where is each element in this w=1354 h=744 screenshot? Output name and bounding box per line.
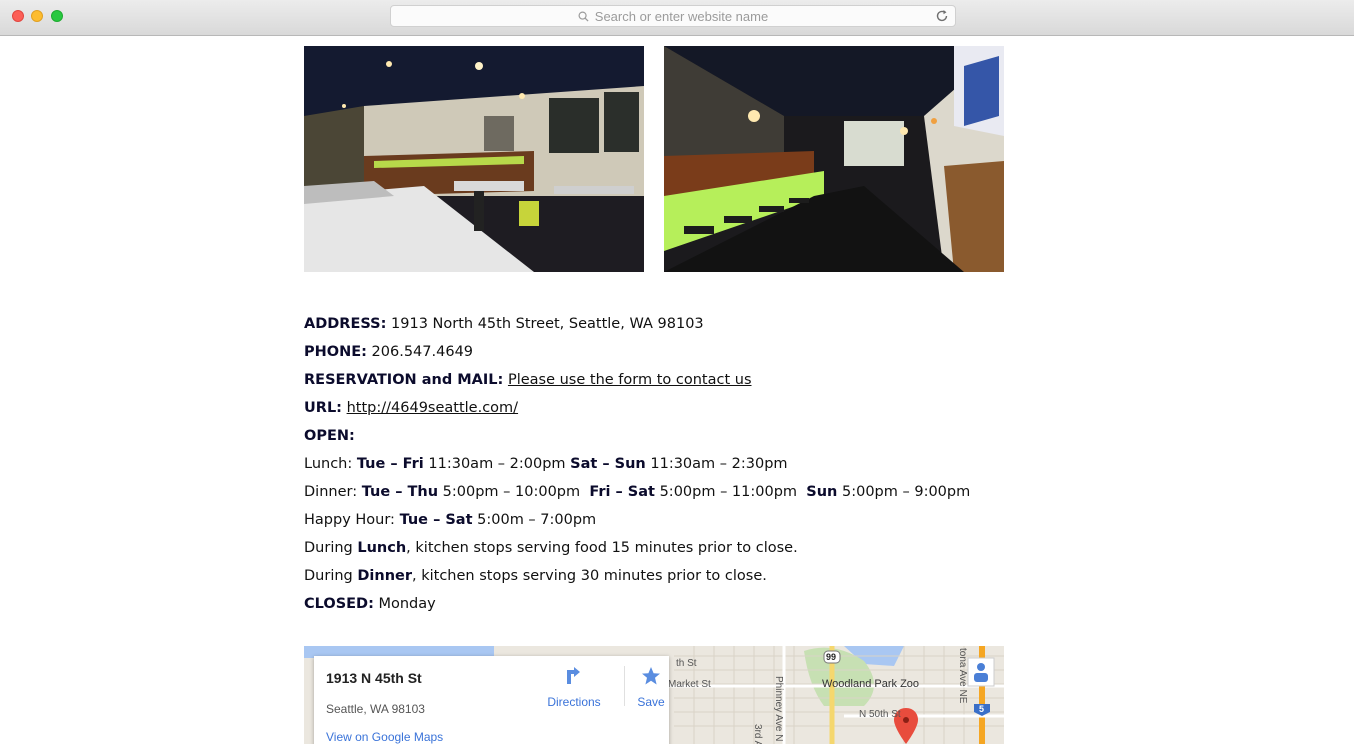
lunch-note-text: , kitchen stops serving food 15 minutes … [406, 540, 798, 556]
street-label-third: 3rd A [752, 724, 763, 744]
lunch-hours-weekend: 11:30am – 2:30pm [650, 456, 788, 472]
map-place-card: 1913 N 45th St Seattle, WA 98103 View on… [314, 656, 669, 744]
google-map-embed[interactable]: th St Market St Phinney Ave N N 50th St … [304, 646, 1004, 744]
address-label: ADDRESS: [304, 316, 387, 332]
happy-hour-times: 5:00m – 7:00pm [477, 512, 597, 528]
dinner-hours-2: 5:00pm – 11:00pm [659, 484, 798, 500]
search-icon [578, 11, 589, 22]
lunch-hours-weekday: 11:30am – 2:00pm [428, 456, 566, 472]
dinner-note-text: , kitchen stops serving 30 minutes prior… [412, 568, 767, 584]
directions-button[interactable]: Directions [539, 666, 609, 709]
view-on-google-maps-link[interactable]: View on Google Maps [326, 730, 443, 744]
lunch-note-prefix: During [304, 540, 353, 556]
closed-line: CLOSED: Monday [304, 592, 1024, 620]
lunch-label: Lunch: [304, 456, 353, 472]
reservation-line: RESERVATION and MAIL: Please use the for… [304, 368, 1024, 396]
phone-line: PHONE: 206.547.4649 [304, 340, 1024, 368]
dinner-hours-3: 5:00pm – 9:00pm [841, 484, 971, 500]
restaurant-photo-dining [304, 46, 644, 272]
lunch-hours: Lunch: Tue – Fri 11:30am – 2:00pm Sat – … [304, 452, 1024, 480]
dinner-days-3: Sun [806, 484, 838, 500]
lunch-days-weekday: Tue – Fri [356, 456, 424, 472]
zoom-window-button[interactable] [51, 10, 63, 22]
dinner-days-1: Tue – Thu [361, 484, 439, 500]
address-value: 1913 North 45th Street, Seattle, WA 9810… [391, 316, 704, 332]
lunch-note-meal: Lunch [357, 540, 407, 556]
contact-info: ADDRESS: 1913 North 45th Street, Seattle… [304, 312, 1024, 620]
dinner-note-meal: Dinner [357, 568, 412, 584]
open-label: OPEN: [304, 428, 355, 444]
address-line: ADDRESS: 1913 North 45th Street, Seattle… [304, 312, 1024, 340]
close-window-button[interactable] [12, 10, 24, 22]
dinner-note: During Dinner, kitchen stops serving 30 … [304, 564, 1024, 592]
directions-icon [567, 667, 580, 684]
card-divider [624, 666, 625, 706]
street-label-n50th: N 50th St [859, 709, 901, 720]
open-heading: OPEN: [304, 424, 1024, 452]
interstate-5-shield: 5 [979, 704, 985, 714]
street-label-phinney: Phinney Ave N [773, 676, 784, 742]
browser-toolbar: Search or enter website name [0, 0, 1354, 36]
dinner-hours-1: 5:00pm – 10:00pm [442, 484, 581, 500]
dinner-hours: Dinner: Tue – Thu 5:00pm – 10:00pm Fri –… [304, 480, 1024, 508]
directions-label: Directions [547, 695, 601, 709]
highway-99-shield: 99 [826, 652, 837, 662]
save-label: Save [637, 695, 665, 709]
closed-label: CLOSED: [304, 596, 374, 612]
reservation-label: RESERVATION and MAIL: [304, 372, 504, 388]
map-place-address: Seattle, WA 98103 [326, 702, 425, 716]
happy-hour: Happy Hour: Tue – Sat 5:00m – 7:00pm [304, 508, 1024, 536]
map-place-title: 1913 N 45th St [326, 670, 422, 686]
phone-label: PHONE: [304, 344, 367, 360]
reload-icon[interactable] [935, 9, 949, 23]
address-bar[interactable]: Search or enter website name [390, 5, 956, 27]
street-label-top: th St [676, 658, 697, 669]
url-line: URL: http://4649seattle.com/ [304, 396, 1024, 424]
minimize-window-button[interactable] [31, 10, 43, 22]
happy-hour-days: Tue – Sat [399, 512, 473, 528]
lunch-days-weekend: Sat – Sun [570, 456, 646, 472]
url-label: URL: [304, 400, 342, 416]
phone-value: 206.547.4649 [371, 344, 474, 360]
lunch-note: During Lunch, kitchen stops serving food… [304, 536, 1024, 564]
restaurant-photo-bar [664, 46, 1004, 272]
website-link[interactable]: http://4649seattle.com/ [347, 400, 518, 416]
save-button[interactable]: Save [626, 666, 676, 709]
dinner-days-2: Fri – Sat [589, 484, 655, 500]
street-label-tona: tona Ave NE [957, 648, 968, 704]
closed-value: Monday [378, 596, 436, 612]
happy-hour-label: Happy Hour: [304, 512, 395, 528]
address-bar-placeholder: Search or enter website name [594, 8, 769, 24]
dinner-label: Dinner: [304, 484, 358, 500]
dinner-note-prefix: During [304, 568, 353, 584]
star-icon [642, 667, 660, 685]
contact-form-link[interactable]: Please use the form to contact us [508, 372, 752, 388]
poi-woodland-park-zoo[interactable]: Woodland Park Zoo [822, 678, 919, 690]
